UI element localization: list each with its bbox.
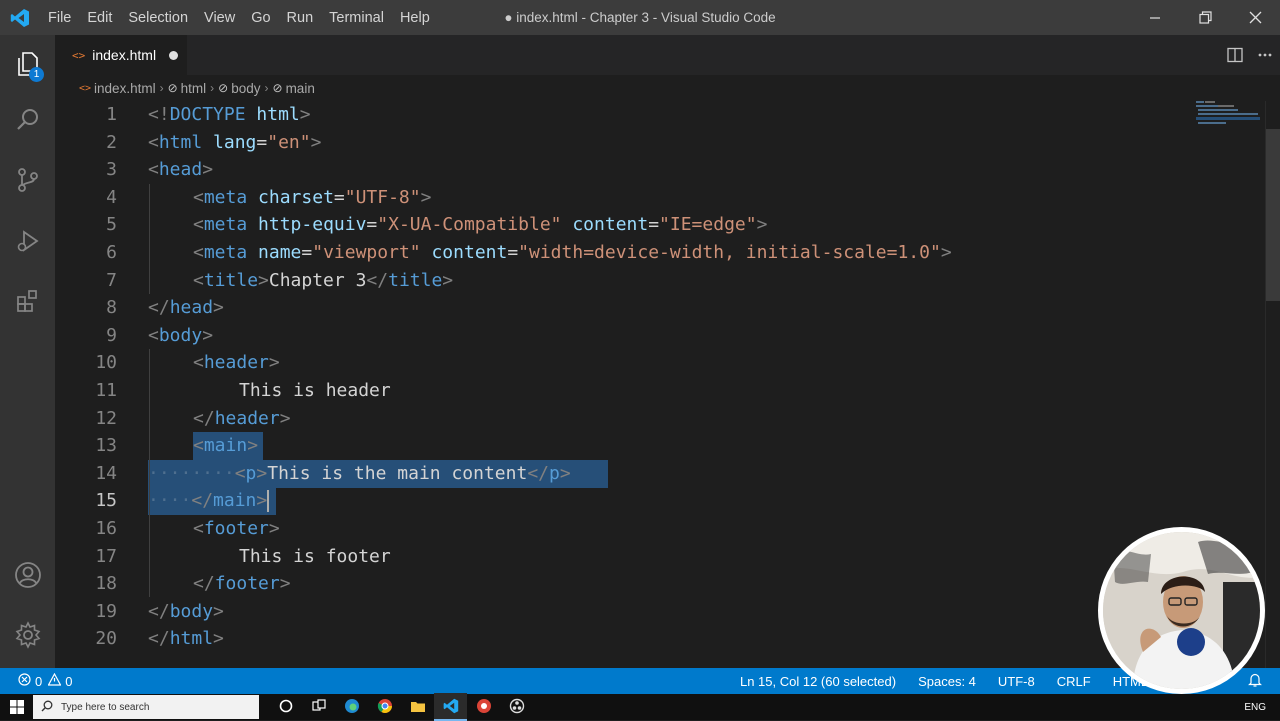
settings-gear-icon[interactable] xyxy=(0,609,55,661)
run-debug-icon[interactable] xyxy=(0,215,55,267)
title-bar: File Edit Selection View Go Run Terminal… xyxy=(0,0,1280,35)
html-file-icon: <> xyxy=(79,82,92,94)
menu-selection[interactable]: Selection xyxy=(120,10,196,26)
chrome-icon[interactable] xyxy=(368,693,401,719)
code-line-2: 2 <html lang="en"> xyxy=(106,131,322,153)
chevron-right-icon: › xyxy=(210,81,215,95)
cursor-position[interactable]: Ln 15, Col 12 (60 selected) xyxy=(740,674,896,689)
webcam-overlay xyxy=(1098,527,1265,694)
warning-icon xyxy=(47,672,62,689)
tray-lang[interactable]: ENG xyxy=(1244,702,1266,713)
scrollbar-thumb[interactable] xyxy=(1266,129,1280,301)
status-bar: 0 0 Ln 15, Col 12 (60 selected) Spaces: … xyxy=(0,668,1280,694)
tab-label: index.html xyxy=(92,47,157,63)
menu-run[interactable]: Run xyxy=(279,10,322,26)
obs-icon[interactable] xyxy=(500,693,533,719)
accounts-icon[interactable] xyxy=(0,549,55,601)
breadcrumb-html[interactable]: html xyxy=(181,81,207,96)
windows-taskbar: Type here to search ENG xyxy=(0,693,1280,721)
code-line-14: 14 ········<p>This is the main content</p… xyxy=(95,462,571,484)
warning-count: 0 xyxy=(65,673,73,689)
breadcrumb-file[interactable]: index.html xyxy=(94,81,156,96)
menu-help[interactable]: Help xyxy=(392,10,438,26)
code-line-5: 5 <meta http-equiv="X-UA-Compatible" cont… xyxy=(106,214,768,236)
search-placeholder: Type here to search xyxy=(61,701,150,713)
notifications-bell-icon[interactable] xyxy=(1248,673,1262,690)
code-editor[interactable]: 1 <!DOCTYPE html> 2 <html lang="en"> 3 <hea… xyxy=(55,101,1280,668)
windows-start-icon[interactable] xyxy=(0,694,33,720)
tab-index-html[interactable]: <> index.html xyxy=(55,35,187,75)
taskbar-apps xyxy=(269,693,533,721)
tab-bar: <> index.html xyxy=(55,35,1280,75)
code-line-19: 19 </body> xyxy=(95,600,224,622)
vertical-scrollbar[interactable] xyxy=(1265,101,1280,668)
editor-actions xyxy=(1220,35,1280,75)
explorer-icon[interactable]: 1 xyxy=(0,38,55,90)
error-count: 0 xyxy=(35,673,43,689)
vscode-taskbar-icon[interactable] xyxy=(434,693,467,721)
restore-icon[interactable] xyxy=(1180,0,1230,35)
line-ending[interactable]: CRLF xyxy=(1057,674,1091,689)
file-explorer-icon[interactable] xyxy=(401,693,434,719)
element-icon: ⊘ xyxy=(167,81,178,95)
breadcrumb-main[interactable]: main xyxy=(286,81,315,96)
minimize-icon[interactable] xyxy=(1130,0,1180,35)
text-cursor xyxy=(267,490,270,513)
chevron-right-icon: › xyxy=(159,81,164,95)
code-line-10: 10 <header> xyxy=(95,352,280,374)
code-line-18: 18 </footer> xyxy=(95,573,291,595)
system-tray: ENG xyxy=(1244,694,1274,720)
split-editor-icon[interactable] xyxy=(1220,47,1250,63)
more-actions-icon[interactable] xyxy=(1250,47,1280,63)
menu-file[interactable]: File xyxy=(40,10,79,26)
explorer-badge: 1 xyxy=(29,67,44,82)
menu-view[interactable]: View xyxy=(196,10,243,26)
problems-indicator[interactable]: 0 0 xyxy=(0,672,73,689)
chrome-profile-icon[interactable] xyxy=(467,693,500,719)
code-line-20: 20 </html> xyxy=(95,628,224,650)
edge-browser-icon[interactable] xyxy=(335,693,368,719)
code-line-12: 12 </header> xyxy=(95,407,291,429)
cortana-icon[interactable] xyxy=(269,693,302,719)
code-line-11: 11 This is header xyxy=(95,380,391,401)
window-controls xyxy=(1130,0,1280,35)
code-line-8: 8 </head> xyxy=(106,297,224,319)
code-line-13: 13 <main> xyxy=(95,435,259,457)
task-view-icon[interactable] xyxy=(302,693,335,719)
code-line-15: 15 ····</main> xyxy=(95,490,270,513)
search-icon[interactable] xyxy=(0,94,55,146)
source-control-icon[interactable] xyxy=(0,154,55,206)
code-line-6: 6 <meta name="viewport" content="width=de… xyxy=(106,242,952,263)
code-line-9: 9 <body> xyxy=(106,324,214,346)
presenter-video-image xyxy=(1103,532,1260,689)
html-file-icon: <> xyxy=(72,48,86,62)
activity-bar: 1 xyxy=(0,35,55,668)
vscode-logo-icon xyxy=(0,0,40,35)
element-icon: ⊘ xyxy=(218,81,229,95)
menu-go[interactable]: Go xyxy=(243,10,278,26)
code-line-17: 17 This is footer xyxy=(95,545,391,567)
menu-terminal[interactable]: Terminal xyxy=(321,10,392,26)
extensions-icon[interactable] xyxy=(0,275,55,327)
error-icon xyxy=(18,673,31,689)
unsaved-dot-icon[interactable] xyxy=(169,50,179,60)
close-icon[interactable] xyxy=(1230,0,1280,35)
breadcrumb: <> index.html › ⊘ html › ⊘ body › ⊘ main xyxy=(55,75,1280,101)
taskbar-search-box[interactable]: Type here to search xyxy=(33,695,259,719)
minimap[interactable] xyxy=(1196,101,1266,131)
code-line-7: 7 <title>Chapter 3</title> xyxy=(106,269,454,291)
indentation[interactable]: Spaces: 4 xyxy=(918,674,976,689)
menu-bar: File Edit Selection View Go Run Terminal… xyxy=(40,10,438,26)
breadcrumb-body[interactable]: body xyxy=(231,81,260,96)
element-icon: ⊘ xyxy=(272,81,283,95)
menu-edit[interactable]: Edit xyxy=(79,10,120,26)
code-line-4: 4 <meta charset="UTF-8"> xyxy=(106,186,432,208)
code-line-3: 3 <head> xyxy=(106,159,214,181)
encoding[interactable]: UTF-8 xyxy=(998,674,1035,689)
code-line-16: 16 <footer> xyxy=(95,518,280,539)
chevron-right-icon: › xyxy=(264,81,269,95)
search-icon xyxy=(41,700,53,715)
code-line-1: 1 <!DOCTYPE html> xyxy=(106,104,311,125)
